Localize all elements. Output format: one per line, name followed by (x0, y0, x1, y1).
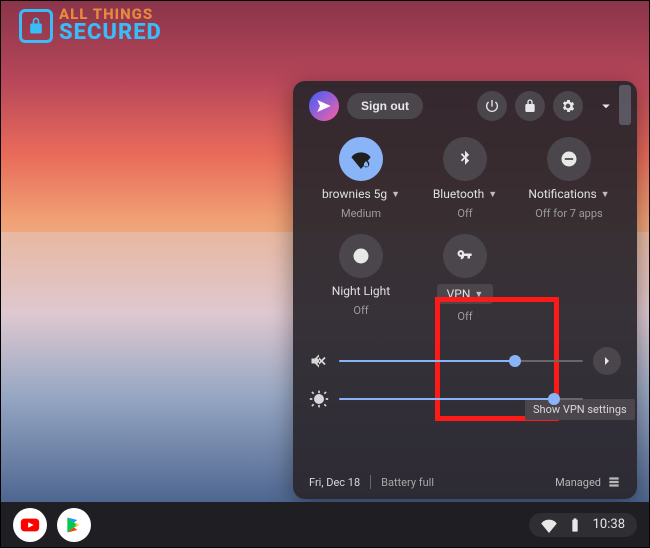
tile-vpn: VPN▼ Off (413, 234, 517, 323)
shelf: 10:38 (1, 502, 649, 547)
managed-indicator[interactable]: Managed (555, 475, 621, 489)
settings-gear-icon[interactable] (553, 91, 583, 121)
wifi-icon[interactable] (339, 137, 383, 181)
audio-settings-chevron-icon[interactable] (593, 347, 621, 375)
youtube-app-icon[interactable] (13, 508, 47, 542)
tray-clock: 10:38 (593, 517, 625, 532)
night-light-sub: Off (353, 304, 368, 317)
night-light-icon[interactable] (339, 234, 383, 278)
caret-icon: ▼ (601, 189, 610, 200)
system-tray[interactable]: 10:38 (529, 513, 637, 537)
wifi-label[interactable]: brownies 5g ▼ (322, 187, 400, 201)
night-light-label[interactable]: Night Light (332, 284, 390, 298)
notifications-label[interactable]: Notifications ▼ (528, 187, 609, 201)
volume-slider[interactable] (339, 360, 583, 362)
managed-label: Managed (555, 476, 601, 489)
tile-notifications: Notifications ▼ Off for 7 apps (517, 137, 621, 220)
panel-footer: Fri, Dec 18 Battery full Managed (309, 475, 621, 489)
collapse-chevron-icon[interactable] (591, 91, 621, 121)
vpn-label-text: VPN (447, 287, 471, 301)
quick-tiles-grid: brownies 5g ▼ Medium Bluetooth ▼ Off Notif… (309, 137, 621, 323)
bluetooth-label[interactable]: Bluetooth ▼ (433, 187, 497, 201)
brightness-icon[interactable] (309, 389, 329, 409)
logo-text-bottom: SECURED (59, 22, 162, 44)
panel-header: Sign out (309, 91, 621, 121)
brightness-slider[interactable] (339, 398, 583, 400)
caret-icon: ▼ (474, 289, 483, 300)
sign-out-button[interactable]: Sign out (347, 93, 423, 119)
vpn-sub: Off (457, 310, 472, 323)
brightness-row (309, 389, 621, 409)
footer-battery: Battery full (381, 476, 434, 489)
lock-screen-icon[interactable] (515, 91, 545, 121)
volume-muted-icon[interactable] (309, 351, 329, 371)
footer-date: Fri, Dec 18 (309, 476, 360, 489)
vpn-label[interactable]: VPN▼ (437, 284, 494, 304)
watermark-logo: ALL THINGS SECURED (19, 7, 162, 44)
bluetooth-label-text: Bluetooth (433, 187, 484, 201)
tile-wifi: brownies 5g ▼ Medium (309, 137, 413, 220)
footer-divider (370, 475, 371, 489)
avatar[interactable] (309, 91, 339, 121)
wifi-sub: Medium (341, 207, 381, 220)
tray-battery-icon (567, 517, 583, 533)
notifications-sub: Off for 7 apps (535, 207, 602, 220)
vpn-key-icon[interactable] (443, 234, 487, 278)
tile-bluetooth: Bluetooth ▼ Off (413, 137, 517, 220)
tile-night-light: Night Light Off (309, 234, 413, 323)
panel-scrollbar[interactable] (619, 85, 631, 125)
bluetooth-icon[interactable] (443, 137, 487, 181)
tray-wifi-icon (541, 517, 557, 533)
caret-icon: ▼ (391, 189, 400, 200)
wifi-label-text: brownies 5g (322, 187, 387, 201)
lock-icon (19, 9, 53, 43)
play-store-app-icon[interactable] (57, 508, 91, 542)
bluetooth-sub: Off (457, 207, 472, 220)
power-icon[interactable] (477, 91, 507, 121)
quick-settings-panel: Sign out brownies 5g ▼ Medium (293, 81, 637, 499)
notifications-label-text: Notifications (528, 187, 596, 201)
caret-icon: ▼ (488, 189, 497, 200)
sliders-area (309, 347, 621, 409)
night-light-label-text: Night Light (332, 284, 390, 298)
do-not-disturb-icon[interactable] (547, 137, 591, 181)
volume-row (309, 347, 621, 375)
managed-icon (607, 475, 621, 489)
